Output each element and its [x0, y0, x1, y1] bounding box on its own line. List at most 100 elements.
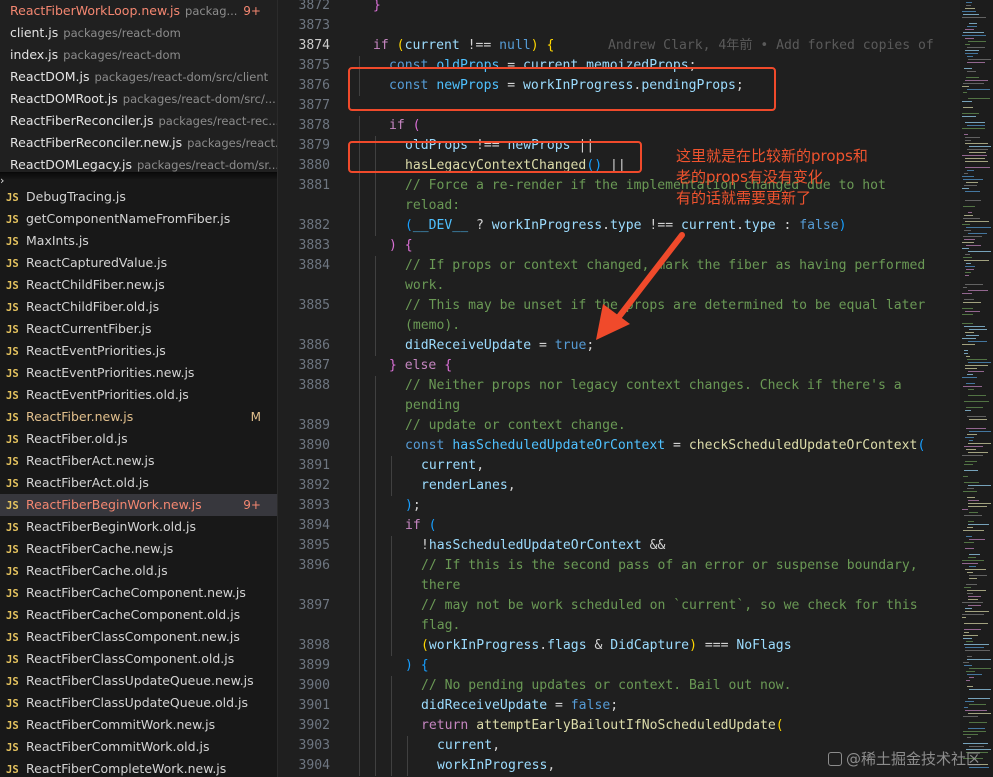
- indent-guide: [375, 576, 376, 596]
- code-line[interactable]: 3895 !hasScheduledUpdateOrContext &&: [278, 536, 960, 556]
- indent-guide: [391, 696, 392, 716]
- code-line[interactable]: 3886 didReceiveUpdate = true;: [278, 336, 960, 356]
- open-editor-item[interactable]: ReactDOMLegacy.js packages/react-dom/sr..…: [0, 154, 277, 172]
- code-line[interactable]: 3889 // update or context change.: [278, 416, 960, 436]
- code-line[interactable]: 3896 // If this is the second pass of an …: [278, 556, 960, 576]
- line-number: 3882: [298, 218, 330, 233]
- open-editor-path: packages/react-rec...: [158, 114, 277, 128]
- file-tree-item[interactable]: JS ReactFiberCache.old.js: [0, 560, 277, 582]
- code-line[interactable]: 3899) {: [278, 656, 960, 676]
- code-line[interactable]: pending: [278, 396, 960, 416]
- code-token: {: [546, 38, 555, 53]
- indent-guide: [359, 736, 360, 756]
- code-token: }: [373, 0, 381, 13]
- file-name: ReactCurrentFiber.js: [26, 321, 152, 336]
- code-line[interactable]: (memo).: [278, 316, 960, 336]
- file-tree-item[interactable]: JS ReactFiberAct.old.js: [0, 472, 277, 494]
- file-tree-item[interactable]: JS ReactCapturedValue.js: [0, 252, 277, 274]
- code-line[interactable]: 3892 renderLanes,: [278, 476, 960, 496]
- indent-guide: [359, 416, 360, 436]
- file-tree-item[interactable]: JS ReactFiber.new.js M: [0, 406, 277, 428]
- file-tree-item[interactable]: JS ReactFiberBeginWork.old.js: [0, 516, 277, 538]
- file-tree-item[interactable]: JS ReactFiberClassUpdateQueue.new.js: [0, 670, 277, 692]
- code-line[interactable]: 3893);: [278, 496, 960, 516]
- file-tree-item[interactable]: JS MaxInts.js: [0, 230, 277, 252]
- chevron-right-icon[interactable]: ›: [0, 174, 8, 188]
- code-line[interactable]: 3885 // This may be unset if the props ar…: [278, 296, 960, 316]
- line-number: 3897: [298, 598, 330, 613]
- file-tree-item[interactable]: JS ReactFiberBeginWork.new.js 9+: [0, 494, 277, 516]
- file-tree-item[interactable]: JS ReactFiberClassComponent.old.js: [0, 648, 277, 670]
- file-tree-item[interactable]: JS getComponentNameFromFiber.js: [0, 208, 277, 230]
- code-line[interactable]: 3894 if (: [278, 516, 960, 536]
- code-line[interactable]: 3891 current,: [278, 456, 960, 476]
- open-editor-item[interactable]: ReactDOMRoot.js packages/react-dom/src/..…: [0, 88, 277, 110]
- file-tree-item[interactable]: JS ReactFiberCommitWork.old.js: [0, 736, 277, 758]
- indent-guide: [359, 356, 360, 376]
- indent-guide: [375, 736, 376, 756]
- file-name: ReactChildFiber.new.js: [26, 277, 165, 292]
- code-line[interactable]: 3902 return attemptEarlyBailoutIfNoSchedu…: [278, 716, 960, 736]
- code-line[interactable]: 3890 const hasScheduledUpdateOrContext = …: [278, 436, 960, 456]
- js-file-icon: JS: [6, 698, 19, 710]
- open-editor-item[interactable]: ReactFiberReconciler.new.js packages/reac…: [0, 132, 277, 154]
- file-tree-item[interactable]: JS ReactFiberClassComponent.new.js: [0, 626, 277, 648]
- file-tree-item[interactable]: JS DebugTracing.js: [0, 186, 277, 208]
- code-line[interactable]: there: [278, 576, 960, 596]
- file-tree-item[interactable]: JS ReactFiberClassUpdateQueue.old.js: [0, 692, 277, 714]
- code-line[interactable]: 3898 (workInProgress.flags & DidCapture) …: [278, 636, 960, 656]
- code-token: =: [665, 438, 689, 453]
- code-token: :: [775, 218, 800, 233]
- code-token: if: [373, 38, 389, 53]
- open-editor-item[interactable]: index.js packages/react-dom: [0, 44, 277, 66]
- code-token: (: [405, 218, 413, 233]
- code-line[interactable]: 3872}: [278, 0, 960, 16]
- code-editor[interactable]: 3872} 3873 3874 if (current !== null) {Andr…: [278, 0, 960, 777]
- file-tree-item[interactable]: JS ReactFiber.old.js: [0, 428, 277, 450]
- indent-guide: [391, 716, 392, 736]
- code-line[interactable]: 3901 didReceiveUpdate = false;: [278, 696, 960, 716]
- open-editor-item[interactable]: ReactDOM.js packages/react-dom/src/client: [0, 66, 277, 88]
- file-tree-item[interactable]: JS ReactFiberCacheComponent.new.js: [0, 582, 277, 604]
- code-text: ) {: [389, 236, 413, 256]
- file-tree-item[interactable]: JS ReactFiberAct.new.js: [0, 450, 277, 472]
- code-line[interactable]: 3888 // Neither props nor legacy context …: [278, 376, 960, 396]
- open-editor-name: client.js: [10, 25, 59, 40]
- file-tree: JS DebugTracing.js JS getComponentNameFromF…: [0, 186, 277, 777]
- code-line[interactable]: 3900 // No pending updates or context. Ba…: [278, 676, 960, 696]
- file-tree-item[interactable]: JS ReactEventPriorities.old.js: [0, 384, 277, 406]
- code-token: =: [547, 698, 571, 713]
- code-line[interactable]: 3883) {: [278, 236, 960, 256]
- line-number: 3892: [298, 478, 330, 493]
- code-text: there: [421, 576, 460, 596]
- code-line[interactable]: flag.: [278, 616, 960, 636]
- file-tree-item[interactable]: JS ReactFiberCache.new.js: [0, 538, 277, 560]
- file-name: ReactEventPriorities.js: [26, 343, 166, 358]
- code-line[interactable]: 3887} else {: [278, 356, 960, 376]
- file-tree-item[interactable]: JS ReactEventPriorities.new.js: [0, 362, 277, 384]
- code-text: // update or context change.: [405, 416, 626, 436]
- code-line[interactable]: 3873: [278, 16, 960, 36]
- code-line[interactable]: 3878 if (: [278, 116, 960, 136]
- code-line[interactable]: 3884 // If props or context changed, mark…: [278, 256, 960, 276]
- file-tree-item[interactable]: JS ReactFiberCacheComponent.old.js: [0, 604, 277, 626]
- code-token: .: [736, 218, 745, 233]
- open-editor-item[interactable]: ReactFiberWorkLoop.new.js packag... 9+: [0, 0, 277, 22]
- file-tree-item[interactable]: JS ReactCurrentFiber.js: [0, 318, 277, 340]
- code-line[interactable]: 3874 if (current !== null) {Andrew Clark,…: [278, 36, 960, 56]
- code-line[interactable]: work.: [278, 276, 960, 296]
- file-tree-item[interactable]: JS ReactChildFiber.new.js: [0, 274, 277, 296]
- code-line[interactable]: 3882 (__DEV__ ? workInProgress.type !== c…: [278, 216, 960, 236]
- file-tree-item[interactable]: JS ReactChildFiber.old.js: [0, 296, 277, 318]
- file-name: ReactFiberCommitWork.new.js: [26, 717, 216, 732]
- js-file-icon: JS: [6, 764, 19, 776]
- code-line[interactable]: 3897 // may not be work scheduled on `cur…: [278, 596, 960, 616]
- file-tree-item[interactable]: JS ReactFiberCommitWork.new.js: [0, 714, 277, 736]
- open-editor-item[interactable]: ReactFiberReconciler.js packages/react-re…: [0, 110, 277, 132]
- minimap[interactable]: [960, 0, 993, 777]
- code-text: current,: [421, 456, 484, 476]
- file-tree-item[interactable]: JS ReactEventPriorities.js: [0, 340, 277, 362]
- open-editor-item[interactable]: client.js packages/react-dom: [0, 22, 277, 44]
- file-tree-item[interactable]: JS ReactFiberCompleteWork.new.js: [0, 758, 277, 777]
